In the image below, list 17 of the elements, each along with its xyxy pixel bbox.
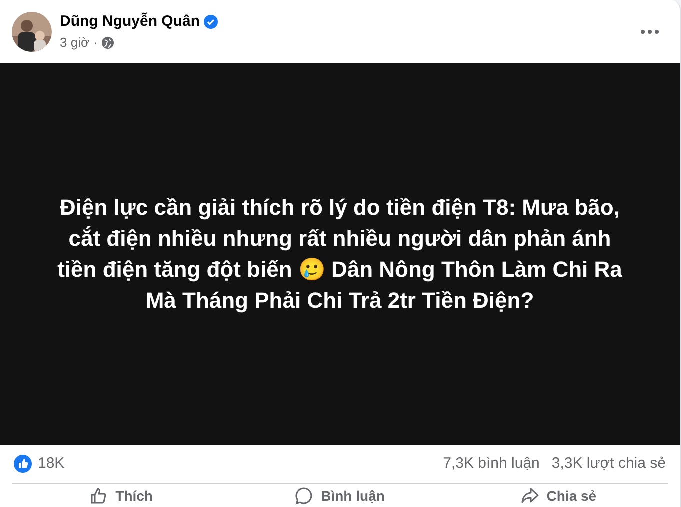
globe-icon[interactable]	[102, 36, 114, 49]
reaction-count[interactable]: 18K	[38, 452, 65, 476]
share-arrow-icon	[520, 487, 539, 505]
post-time[interactable]: 3 giờ	[60, 33, 90, 52]
comment-count[interactable]: 7,3K bình luận	[443, 452, 540, 476]
like-icon[interactable]	[14, 455, 32, 473]
action-button[interactable]: Thích	[12, 485, 231, 507]
action-button[interactable]: Chia sẻ	[449, 485, 668, 507]
thumbs-up-icon	[90, 487, 108, 505]
more-icon	[641, 30, 659, 34]
speech-bubble-icon	[295, 487, 314, 505]
action-button[interactable]: Bình luận	[230, 485, 450, 507]
share-count[interactable]: 3,3K lượt chia sẻ	[552, 452, 666, 476]
separator: ·	[94, 34, 98, 52]
text-image[interactable]: Điện lực cần giải thích rõ lý do tiền điện T8: Mưa bão, cắt điện nhiều nhưng rất nhiều người dân phản ánh tiền điện tăng đột biến 🥲 Dân Nông Thôn Làm Chi Ra Mà Tháng Phải Chi Trả 2tr Tiền Điện?	[0, 63, 680, 445]
image-caption: Điện lực cần giải thích rõ lý do tiền điện T8: Mưa bão, cắt điện nhiều nhưng rất nhiều người dân phản ánh tiền điện tăng đột biến 🥲 Dân Nông Thôn Làm Chi Ra Mà Tháng Phải Chi Trả 2tr Tiền Điện?	[56, 194, 624, 315]
author-name[interactable]: Dũng Nguyễn Quân	[60, 10, 200, 33]
